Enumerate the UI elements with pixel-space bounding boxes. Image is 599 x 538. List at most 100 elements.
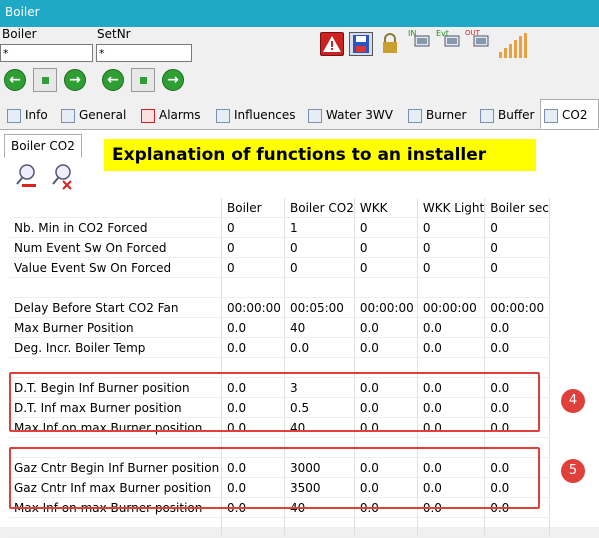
table-cell[interactable]: 0 [484,217,550,238]
annotation-badge-4: 4 [561,389,585,413]
table-cell[interactable]: 0 [221,217,285,238]
subtab-boiler-co2[interactable]: Boiler CO2 [4,134,82,158]
table-row [9,277,550,298]
general-icon [61,108,75,123]
table-cell[interactable] [354,517,418,538]
row-label [9,517,222,538]
table-cell[interactable] [417,517,486,538]
table-cell[interactable]: 0.0 [221,317,285,338]
table-cell[interactable]: 1 [284,217,355,238]
lock-icon[interactable] [378,32,402,56]
buffer-icon [480,108,494,123]
output-icon[interactable]: OUT [465,29,489,56]
column-header: Boiler [221,198,285,218]
setnr-stop-button[interactable] [131,68,155,92]
boiler-label: Boiler [2,27,37,41]
table-header-row: Boiler Boiler CO2 WKK WKK Light Boiler sec [9,198,550,218]
table-cell[interactable]: 0 [284,257,355,278]
save-icon[interactable] [349,32,373,56]
column-header [9,198,222,218]
table-cell[interactable]: 00:00:00 [484,297,550,318]
boiler-field[interactable]: * [0,44,93,62]
prev-button[interactable]: ← [4,69,26,91]
next-button[interactable]: → [64,69,86,91]
table-cell[interactable] [284,277,355,298]
explanation-banner: Explanation of functions to an installer [104,139,536,171]
burner-icon [408,108,422,123]
table-cell[interactable]: 0 [417,237,486,258]
alarm-icon[interactable] [320,32,344,56]
annotation-box-5 [9,447,540,509]
tab-water-3wv[interactable]: Water 3WV [305,102,393,128]
table-cell[interactable]: 0.0 [484,317,550,338]
row-label: Delay Before Start CO2 Fan [9,297,222,318]
setnr-label: SetNr [97,27,131,41]
table-cell[interactable]: 0 [417,257,486,278]
table-cell[interactable]: 0 [284,237,355,258]
table-row: Num Event Sw On Forced 0 0 0 0 0 [9,237,550,258]
table-cell[interactable]: 0 [417,217,486,238]
tab-general[interactable]: General [58,102,126,128]
column-header: WKK Light [417,198,486,218]
setnr-prev-button[interactable]: ← [102,69,124,91]
setnr-field[interactable]: * [96,44,192,62]
table-row [9,517,550,538]
table-cell[interactable]: 0 [484,237,550,258]
tab-alarms[interactable]: Alarms [138,102,201,128]
tab-info[interactable]: Info [4,102,48,128]
row-label: Num Event Sw On Forced [9,237,222,258]
table-cell[interactable]: 0 [484,257,550,278]
tab-buffer[interactable]: Buffer [477,102,534,128]
table-cell[interactable]: 0.0 [417,337,486,358]
event-icon[interactable]: Evt [436,29,460,56]
tab-burner[interactable]: Burner [405,102,466,128]
table-cell[interactable] [221,517,285,538]
table-cell[interactable]: 0 [354,257,418,278]
row-label [9,277,222,298]
table-cell[interactable]: 00:00:00 [354,297,418,318]
tab-co2[interactable]: CO2 [540,99,599,129]
row-label: Max Burner Position [9,317,222,338]
annotation-badge-5: 5 [561,459,585,483]
table-cell[interactable]: 0.0 [221,337,285,358]
table-cell[interactable]: 0.0 [354,337,418,358]
table-cell[interactable] [484,517,550,538]
table-cell[interactable]: 00:00:00 [221,297,285,318]
setnr-next-button[interactable]: → [162,69,184,91]
table-cell[interactable]: 0 [354,237,418,258]
table-cell[interactable]: 0 [221,257,285,278]
table-cell[interactable] [484,277,550,298]
annotation-box-4 [9,372,540,432]
table-cell[interactable]: 0.0 [354,317,418,338]
row-label: Nb. Min in CO2 Forced [9,217,222,238]
graph-icon[interactable] [497,32,529,58]
table-cell[interactable]: 0 [221,237,285,258]
water-icon [308,108,322,123]
table-cell[interactable] [354,277,418,298]
zoom-out-icon[interactable] [14,162,40,190]
table-cell[interactable]: 0.0 [417,317,486,338]
row-label: Value Event Sw On Forced [9,257,222,278]
table-cell[interactable]: 0.0 [284,337,355,358]
table-cell[interactable]: 00:00:00 [417,297,486,318]
row-label: Deg. Incr. Boiler Temp [9,337,222,358]
table-row: Delay Before Start CO2 Fan 00:00:00 00:05:… [9,297,550,318]
table-cell[interactable] [417,277,486,298]
table-cell[interactable]: 0 [354,217,418,238]
input-icon[interactable]: IN [407,29,431,56]
column-header: WKK [354,198,418,218]
table-row: Deg. Incr. Boiler Temp 0.0 0.0 0.0 0.0 0.0 [9,337,550,358]
tab-influences[interactable]: Influences [213,102,296,128]
column-header: Boiler sec [484,198,550,218]
info-icon [7,108,21,123]
column-header: Boiler CO2 [284,198,355,218]
table-cell[interactable]: 0.0 [484,337,550,358]
alarm-tab-icon [141,108,155,123]
zoom-reset-icon[interactable] [50,162,76,190]
table-cell[interactable]: 40 [284,317,355,338]
table-cell[interactable] [221,277,285,298]
stop-button[interactable] [33,68,57,92]
table-cell[interactable] [284,517,355,538]
tab-bar: Info General Alarms Influences Water 3WV… [0,99,599,130]
table-cell[interactable]: 00:05:00 [284,297,355,318]
